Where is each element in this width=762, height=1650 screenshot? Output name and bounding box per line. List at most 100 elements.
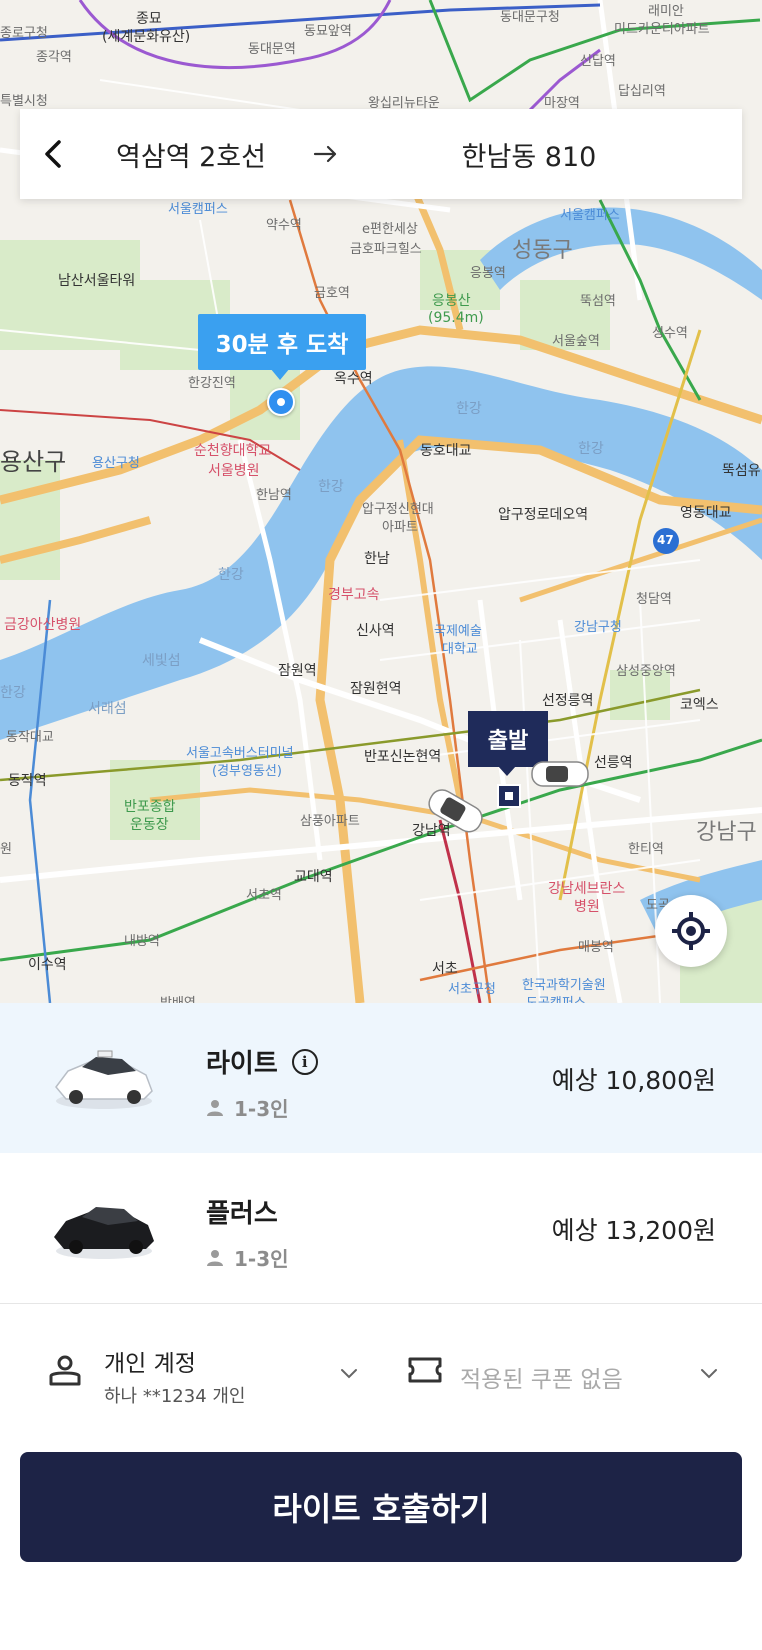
ride-option-lite[interactable]: 라이트 i 1-3인 예상 10,800원 [0, 1003, 762, 1153]
map-label-eungbong: 응봉역 [470, 266, 506, 281]
map-label-hangang-2: 한강 [456, 401, 482, 417]
map-label-apgujeong-hyundai: 압구정신현대 [362, 502, 434, 517]
map-label-jongmyo: 종묘 [136, 11, 162, 27]
white-taxi-icon [55, 1050, 153, 1109]
map-label-kumc2: 대학교 [442, 642, 478, 657]
option-name-row: 플러스 [206, 1193, 278, 1230]
map-label-jongmyo-sub: (세계문화유산) [102, 29, 191, 45]
map-label-express-terminal2: (경부영동선) [212, 764, 282, 779]
map-label-seoulforest: 서울숲역 [552, 334, 600, 349]
map-label-namsan-tower: 남산서울타워 [58, 273, 136, 289]
map-label-seocho-gu-office: 서초구청 [448, 982, 496, 997]
map-label-dongho-bridge: 동호대교 [420, 443, 472, 459]
call-ride-button[interactable]: 라이트 호출하기 [20, 1452, 742, 1562]
map-label-samhung: 삼풍아파트 [300, 814, 360, 829]
map-label-bangbae: 방배역 [160, 992, 196, 1003]
map-label-cheongdam: 청담역 [636, 592, 672, 607]
map-label-dongdaemun-gu: 동대문구청 [500, 10, 560, 25]
map-label-seoraeseom: 서래섬 [88, 701, 127, 717]
map-label-gangnam-severance2: 병원 [574, 899, 600, 915]
map-label-yongsan-office: 용산구청 [92, 456, 140, 471]
map-label-seolleung: 선릉역 [594, 755, 633, 771]
map-label-dongjak: 동작역 [8, 773, 47, 789]
chevron-down-icon [701, 1369, 717, 1379]
payment-row: 개인 계정 하나 **1234 개인 적용된 쿠폰 없음 [0, 1322, 762, 1412]
map-label-ehansesang: e편한세상 [362, 222, 418, 237]
map-label-raemian: 래미안 [648, 4, 684, 19]
map-label-dapsimni: 답십리역 [618, 84, 666, 99]
map-label-teukbyeolsi: 특별시청 [0, 94, 48, 109]
map-label-ttukseom-park: 뚝섬유 [722, 463, 761, 479]
map-label-seongdong: 성동구 [512, 238, 573, 263]
map-label-jonggak: 종각역 [36, 50, 72, 65]
route-destination[interactable]: 한남동 810 [356, 135, 742, 174]
option-capacity-row: 1-3인 [206, 1093, 289, 1122]
map-label-gangnam-gu: 강남구 [696, 820, 757, 845]
map-label-oksu: 옥수역 [334, 371, 373, 387]
map-label-samseong-jungang: 삼성중앙역 [616, 664, 676, 679]
departure-bubble-tail [498, 766, 516, 776]
map-label-dongmyo: 동묘앞역 [304, 24, 352, 39]
arrival-time-bubble: 30분 후 도착 [198, 314, 366, 370]
option-name-row: 라이트 i [206, 1043, 318, 1080]
map-label-gangnam-severance: 강남세브란스 [548, 881, 626, 897]
map-label-science-museum: 한국과학기술원 [522, 978, 606, 993]
map-label-hangang-4: 한강 [218, 567, 244, 583]
chevron-down-icon [341, 1369, 357, 1379]
back-button[interactable] [20, 109, 86, 199]
person-icon [207, 1249, 223, 1266]
arrival-bubble-tail [270, 368, 290, 380]
coupon-selector[interactable]: 적용된 쿠폰 없음 [408, 1342, 728, 1412]
map-label-geumho: 금호역 [314, 286, 350, 301]
map-label-sebitseom: 세빛섬 [142, 653, 181, 669]
map-label-hanti: 한티역 [628, 842, 664, 857]
coupon-status: 적용된 쿠폰 없음 [460, 1367, 623, 1393]
map-label-isu: 이수역 [28, 957, 67, 973]
person-icon [207, 1099, 223, 1116]
map-label-jongno: 종로구청 [0, 26, 48, 41]
map-label-apgujeong-hyundai2: 아파트 [382, 520, 418, 535]
map-label-jamwon: 잠원역 [278, 663, 317, 679]
map-label-express-terminal: 서울고속버스터미널 [186, 746, 294, 761]
map-label-science-museum2: 도곡캠퍼스 [526, 992, 586, 1003]
map-label-wondae: 원 [0, 842, 12, 857]
option-price: 예상 10,800원 [551, 1066, 716, 1095]
person-account-icon [49, 1355, 81, 1386]
route-arrow [296, 145, 356, 163]
map-label-hangang-5: 한강 [0, 685, 26, 701]
map-label-yeongdong-bridge: 영동대교 [680, 505, 732, 521]
ride-option-plus[interactable]: 플러스 1-3인 예상 13,200원 [0, 1153, 762, 1304]
map-label-gangnam-gu-office: 강남구청 [574, 620, 622, 635]
option-price: 예상 13,200원 [551, 1216, 716, 1245]
map-label-seocho-ic: 서초 [432, 961, 458, 977]
option-capacity: 1-3인 [234, 1097, 289, 1121]
nearby-taxi-icon [428, 789, 483, 833]
map-label-seocho-station: 서초역 [246, 888, 282, 903]
account-card: 하나 **1234 개인 [104, 1386, 246, 1407]
origin-pin [497, 784, 521, 808]
account-selector[interactable]: 개인 계정 하나 **1234 개인 [48, 1342, 368, 1412]
map-label-eungbongsan: 응봉산 [432, 293, 471, 309]
ticket-icon [408, 1357, 442, 1383]
map-label-soonchunhyang: 순천향대학교 [194, 443, 272, 459]
map-label-hangang-3: 한강 [578, 441, 604, 457]
map-label-ttukseom: 뚝섬역 [580, 294, 616, 309]
taxi-call-screen: 종로구청 종각역 종묘 (세계문화유산) 동대문역 동묘앞역 동대문구청 래미안… [0, 0, 762, 1650]
account-title: 개인 계정 [104, 1351, 196, 1377]
map-label-eungbongsan-h: (95.4m) [428, 310, 484, 326]
map-label-highway-47: 47 [657, 533, 674, 547]
map-label-geumgang: 금강아산병원 [4, 617, 82, 633]
map-label-coex: 코엑스 [680, 697, 719, 713]
info-icon[interactable]: i [291, 1048, 318, 1075]
current-location-button[interactable] [655, 895, 727, 967]
map-label-naebang: 내방역 [124, 934, 160, 949]
route-origin[interactable]: 역삼역 2호선 [86, 135, 296, 174]
option-name: 라이트 [206, 1049, 278, 1079]
map-label-banpo-sports2: 운동장 [130, 817, 169, 833]
map-label-seoul-campus2: 서울캠퍼스 [560, 208, 620, 223]
black-sedan-icon [54, 1207, 154, 1259]
map-label-gyeongbu: 경부고속 [328, 587, 380, 603]
map-label-dongjak-bridge: 동작대교 [6, 730, 54, 745]
map-label-banpo-sports: 반포종합 [124, 799, 176, 815]
option-name: 플러스 [206, 1199, 278, 1229]
